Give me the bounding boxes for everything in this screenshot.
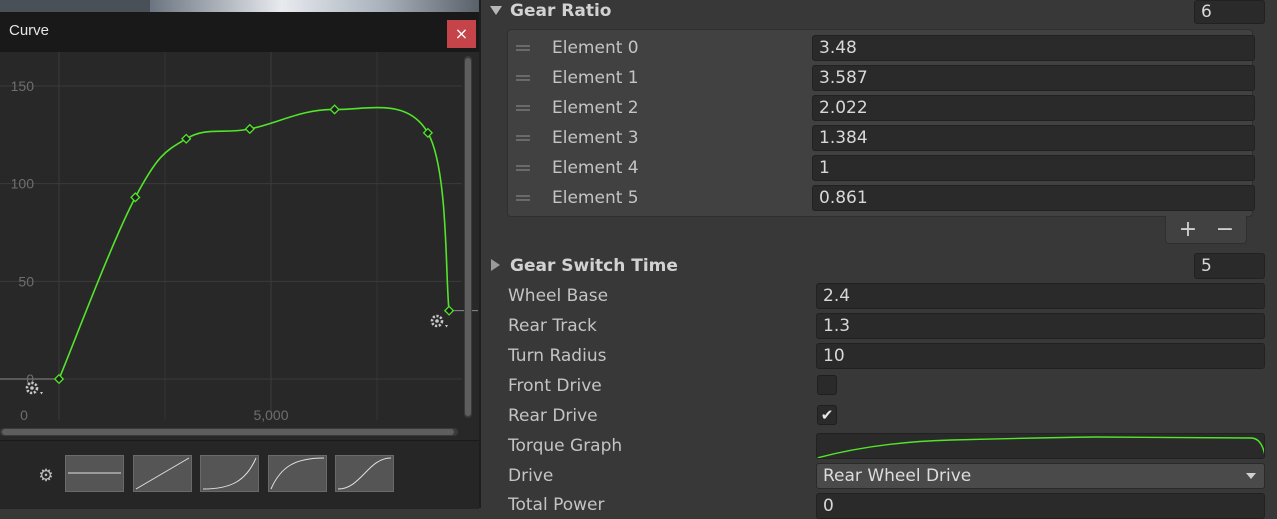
torque-graph-label: Torque Graph xyxy=(508,436,623,456)
add-element-button[interactable]: + xyxy=(1176,218,1200,242)
element-1-field[interactable]: 3.587 xyxy=(812,65,1255,91)
drag-handle-icon[interactable] xyxy=(516,75,530,81)
vertical-scroll-thumb[interactable] xyxy=(465,58,471,416)
gear-switch-time-label[interactable]: Gear Switch Time xyxy=(510,256,678,276)
preset-ease-in-icon xyxy=(202,457,257,490)
drag-handle-icon[interactable] xyxy=(516,195,530,201)
keyframe-point[interactable] xyxy=(422,127,434,139)
horizontal-scroll-thumb[interactable] xyxy=(2,429,454,435)
preset-constant-icon xyxy=(68,472,121,474)
drag-handle-icon[interactable] xyxy=(516,45,530,51)
preset-linear[interactable] xyxy=(133,455,192,492)
keyframe-point[interactable] xyxy=(130,192,141,203)
torque-graph-field[interactable] xyxy=(816,433,1265,459)
dropdown-arrow-icon xyxy=(1246,473,1256,479)
element-5-field[interactable]: 0.861 xyxy=(812,185,1255,211)
wheel-base-label: Wheel Base xyxy=(508,286,609,306)
keyframe-point[interactable] xyxy=(244,123,255,135)
curve-window-titlebar[interactable] xyxy=(0,12,479,52)
scene-preview-strip xyxy=(0,0,479,12)
gear-switch-time-foldout-arrow[interactable] xyxy=(491,259,500,271)
preset-constant[interactable] xyxy=(65,455,124,492)
total-power-field[interactable]: 0 xyxy=(816,493,1265,519)
front-drive-label: Front Drive xyxy=(508,376,602,396)
curve-window-title: Curve xyxy=(9,22,50,39)
turn-radius-label: Turn Radius xyxy=(508,346,607,366)
drive-dropdown[interactable]: Rear Wheel Drive xyxy=(816,463,1265,489)
element-2-label: Element 2 xyxy=(552,98,639,118)
preset-ease-in-out-icon xyxy=(337,457,392,490)
preset-ease-out-icon xyxy=(270,457,325,490)
gear-ratio-foldout-arrow[interactable] xyxy=(490,6,502,15)
remove-element-button[interactable]: − xyxy=(1213,218,1237,242)
preset-linear-icon xyxy=(135,457,190,490)
turn-radius-field[interactable]: 10 xyxy=(816,343,1265,369)
drive-label: Drive xyxy=(508,466,554,486)
gear-ratio-size-field[interactable]: 6 xyxy=(1194,0,1265,24)
preset-ease-out[interactable] xyxy=(268,455,327,492)
x-tick-label: 5,000 xyxy=(253,407,288,423)
curve-graph-area[interactable]: 1501005000 5,000 xyxy=(0,52,479,440)
element-2-field[interactable]: 2.022 xyxy=(812,95,1255,121)
gear-switch-time-size-field[interactable]: 5 xyxy=(1194,253,1265,279)
element-4-label: Element 4 xyxy=(552,158,639,178)
front-drive-checkbox[interactable] xyxy=(817,375,837,395)
curve-line xyxy=(58,106,450,380)
drag-handle-icon[interactable] xyxy=(516,165,530,171)
torque-curve-preview xyxy=(817,436,1264,458)
y-tick-label: 150 xyxy=(11,78,35,94)
close-button[interactable]: × xyxy=(447,20,476,48)
element-4-field[interactable]: 1 xyxy=(812,155,1255,181)
x-tick-label: 0 xyxy=(20,407,28,423)
gear-ratio-label[interactable]: Gear Ratio xyxy=(510,1,611,21)
total-power-label: Total Power xyxy=(508,495,605,515)
element-3-field[interactable]: 1.384 xyxy=(812,125,1255,151)
element-5-label: Element 5 xyxy=(552,188,639,208)
right-tangent-gear-icon[interactable] xyxy=(430,314,448,328)
y-tick-label: 50 xyxy=(18,273,34,289)
keyframe-point[interactable] xyxy=(329,104,340,115)
y-tick-label: 100 xyxy=(11,176,35,192)
element-0-field[interactable]: 3.48 xyxy=(812,35,1255,61)
rear-track-field[interactable]: 1.3 xyxy=(816,313,1265,339)
rear-track-label: Rear Track xyxy=(508,316,597,336)
presets-gear-icon[interactable]: ⚙ xyxy=(37,467,55,485)
element-1-label: Element 1 xyxy=(552,68,639,88)
rear-drive-label: Rear Drive xyxy=(508,406,598,426)
keyframe-point[interactable] xyxy=(443,305,455,316)
drag-handle-icon[interactable] xyxy=(516,135,530,141)
keyframe-point[interactable] xyxy=(53,373,65,385)
window-divider xyxy=(479,0,481,508)
wheel-base-field[interactable]: 2.4 xyxy=(816,283,1265,309)
element-3-label: Element 3 xyxy=(552,128,639,148)
drive-dropdown-value: Rear Wheel Drive xyxy=(823,466,972,486)
preset-ease-in[interactable] xyxy=(200,455,259,492)
rear-drive-checkbox[interactable]: ✔ xyxy=(817,405,837,425)
drag-handle-icon[interactable] xyxy=(516,105,530,111)
keyframe-point[interactable] xyxy=(181,133,192,144)
element-0-label: Element 0 xyxy=(552,38,639,58)
left-tangent-gear-icon[interactable] xyxy=(25,381,43,395)
preset-ease-in-out[interactable] xyxy=(335,455,394,492)
